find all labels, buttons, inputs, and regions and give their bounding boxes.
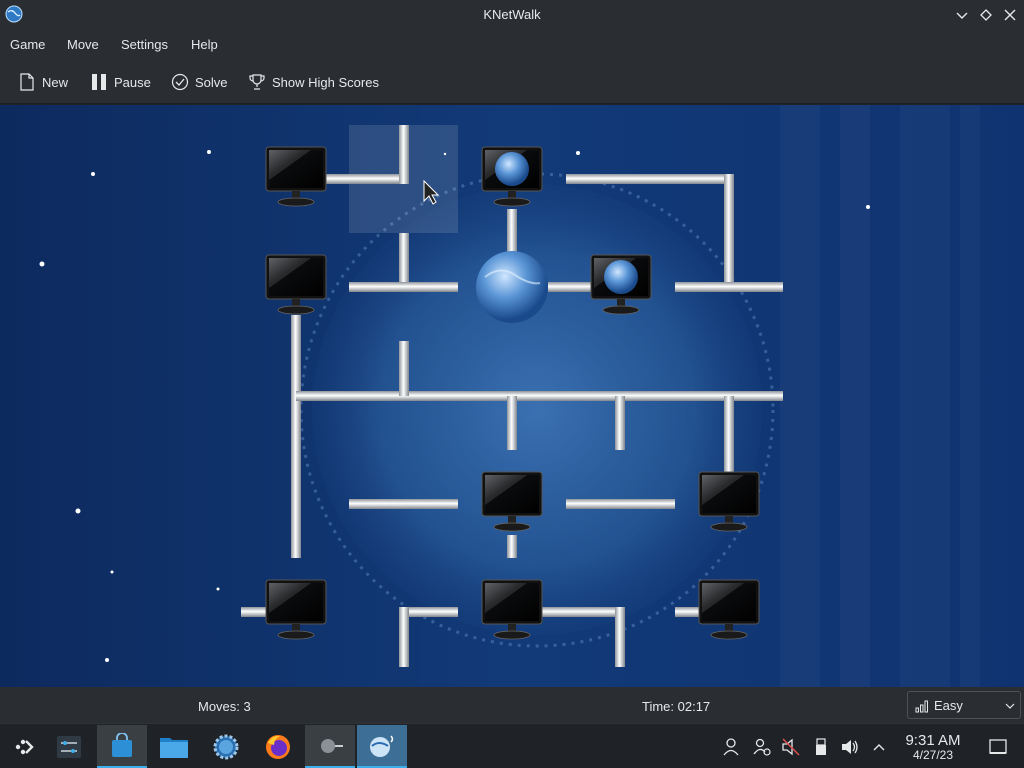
signal-bars-icon <box>915 700 928 713</box>
pause-label: Pause <box>114 74 151 90</box>
task-file-manager[interactable] <box>149 725 199 768</box>
time-counter: Time: 02:17 <box>642 699 711 714</box>
maximize-button[interactable] <box>976 5 996 25</box>
pause-icon <box>92 74 106 90</box>
title-bar: KNetWalk <box>0 0 1024 30</box>
taskbar: 9:31 AM 4/27/23 <box>0 723 1024 768</box>
network-icon <box>321 738 343 753</box>
high-scores-label: Show High Scores <box>272 74 379 90</box>
close-button[interactable] <box>1000 5 1020 25</box>
task-firefox[interactable] <box>253 725 303 768</box>
user-switch-icon[interactable] <box>752 737 772 757</box>
background-globe <box>312 185 762 635</box>
solve-button[interactable]: Solve <box>171 70 228 94</box>
folder-icon <box>160 737 188 758</box>
firefox-icon <box>266 734 290 759</box>
task-discover[interactable] <box>97 725 147 768</box>
chevron-down-icon <box>956 12 968 19</box>
application-launcher[interactable] <box>0 725 50 768</box>
trophy-icon <box>249 74 265 90</box>
user-icon[interactable] <box>721 737 741 757</box>
moves-counter: Moves: 3 <box>198 699 251 714</box>
solve-label: Solve <box>195 74 228 90</box>
toolbar: New Pause Solve Show High Scores <box>0 60 1024 104</box>
menu-bar: Game Move Settings Help <box>0 30 1024 60</box>
difficulty-select[interactable]: Easy <box>907 691 1021 719</box>
game-board[interactable] <box>0 105 1024 687</box>
volume-icon[interactable] <box>840 737 860 757</box>
board-canvas[interactable] <box>0 105 1024 687</box>
speaker-muted-icon[interactable] <box>781 737 801 757</box>
new-document-icon <box>20 73 34 91</box>
close-icon <box>1004 9 1016 21</box>
high-scores-button[interactable]: Show High Scores <box>248 70 379 94</box>
gear-globe-icon <box>213 734 239 759</box>
check-circle-icon <box>171 73 189 91</box>
server-node[interactable] <box>476 251 548 323</box>
menu-game[interactable]: Game <box>10 37 45 52</box>
minimize-button[interactable] <box>952 5 972 25</box>
pause-button[interactable]: Pause <box>90 70 151 94</box>
difficulty-label: Easy <box>934 698 963 713</box>
chevron-up-icon[interactable] <box>869 737 889 757</box>
shopping-bag-icon <box>112 732 132 757</box>
launcher-icon <box>15 739 34 754</box>
new-label: New <box>42 74 69 90</box>
task-system-settings[interactable] <box>201 725 251 768</box>
task-knetwalk-window[interactable] <box>305 725 355 768</box>
clock-date[interactable]: 4/27/23 <box>898 748 968 762</box>
sliders-icon <box>57 735 81 758</box>
knetwalk-icon <box>370 734 394 757</box>
usb-drive-icon[interactable] <box>811 737 831 757</box>
menu-move[interactable]: Move <box>67 37 99 52</box>
new-button[interactable]: New <box>18 70 68 94</box>
diamond-icon <box>980 9 992 21</box>
menu-help[interactable]: Help <box>191 37 218 52</box>
clock-time[interactable]: 9:31 AM <box>898 732 968 749</box>
show-desktop-icon[interactable] <box>988 737 1008 757</box>
menu-settings[interactable]: Settings <box>121 37 168 52</box>
status-bar: Moves: 3 Time: 02:17 Easy <box>0 687 1024 723</box>
task-knetwalk[interactable] <box>357 725 407 768</box>
chevron-down-icon <box>1005 703 1015 709</box>
window-title: KNetWalk <box>483 7 541 22</box>
task-settings-panel[interactable] <box>44 725 94 768</box>
